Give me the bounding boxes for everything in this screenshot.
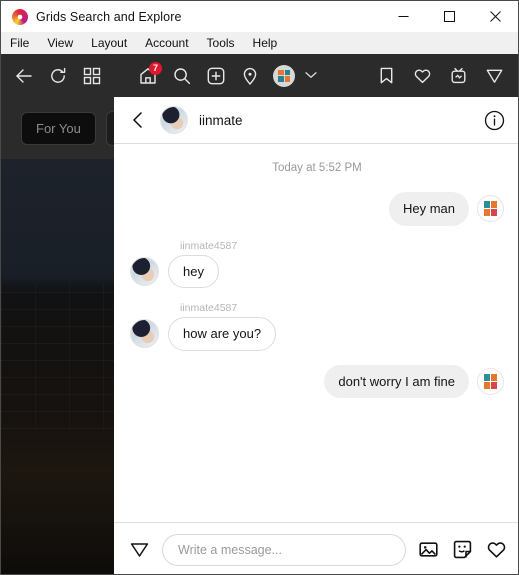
back-arrow-icon[interactable] (9, 61, 39, 91)
send-icon[interactable] (126, 537, 152, 563)
location-pin-icon[interactable] (235, 61, 265, 91)
direct-send-icon[interactable] (479, 61, 509, 91)
home-icon[interactable]: 7 (133, 61, 163, 91)
toolbar-right-group (371, 54, 509, 97)
menu-item-view[interactable]: View (47, 36, 83, 50)
toolbar-left-group: 7 (1, 61, 317, 91)
app-toolbar: 7 (1, 54, 518, 97)
minimize-icon[interactable] (380, 1, 426, 32)
tile-pattern-icon (484, 374, 497, 390)
igtv-icon[interactable] (443, 61, 473, 91)
chat-username[interactable]: iinmate (199, 113, 243, 128)
maximize-icon[interactable] (426, 1, 472, 32)
tab-for-you[interactable]: For You (21, 111, 96, 145)
tile-pattern-icon (484, 201, 497, 217)
chat-header: iinmate (114, 97, 518, 144)
chat-user-avatar-icon[interactable] (160, 106, 188, 134)
back-chevron-icon[interactable] (126, 107, 150, 133)
account-avatar (273, 64, 295, 87)
menu-item-account[interactable]: Account (145, 36, 198, 50)
sender-name: iinmate4587 (180, 239, 238, 252)
bookmark-icon[interactable] (371, 61, 401, 91)
home-badge: 7 (149, 61, 162, 75)
message-composer (114, 522, 518, 574)
heart-icon[interactable] (484, 538, 508, 562)
message-list: Today at 5:52 PM Hey man iinmate4587 hey… (114, 144, 518, 522)
window-controls (380, 1, 518, 32)
menu-item-file[interactable]: File (10, 36, 39, 50)
message-bubble[interactable]: don't worry I am fine (324, 364, 469, 399)
incoming-message: how are you? (130, 317, 504, 351)
message-bubble[interactable]: hey (168, 254, 219, 289)
message-row: iinmate4587 hey (130, 240, 504, 289)
incoming-message: hey (130, 254, 504, 289)
tile-pattern-icon (278, 69, 290, 82)
sender-name: iinmate4587 (180, 302, 238, 315)
close-icon[interactable] (472, 1, 518, 32)
refresh-icon[interactable] (43, 61, 73, 91)
title-bar: Grids Search and Explore (1, 1, 518, 32)
app-window: Grids Search and Explore File View Layou… (0, 0, 519, 575)
account-avatar-icon[interactable] (269, 61, 299, 91)
search-icon[interactable] (167, 61, 197, 91)
heart-icon[interactable] (407, 61, 437, 91)
menu-item-layout[interactable]: Layout (91, 36, 137, 50)
message-input[interactable] (162, 533, 406, 566)
message-row: Hey man (130, 192, 504, 226)
grid-view-icon[interactable] (77, 61, 107, 91)
outgoing-message: Hey man (130, 192, 504, 226)
outgoing-message: don't worry I am fine (130, 364, 504, 399)
message-bubble[interactable]: how are you? (168, 317, 277, 351)
menu-bar: File View Layout Account Tools Help (1, 32, 518, 54)
message-row: don't worry I am fine (130, 364, 504, 399)
sticker-icon[interactable] (450, 538, 474, 562)
user-avatar-icon[interactable] (130, 319, 159, 349)
photo-icon[interactable] (416, 538, 440, 562)
user-avatar-icon[interactable] (130, 256, 159, 286)
window-title: Grids Search and Explore (36, 9, 182, 24)
direct-message-panel: iinmate Today at 5:52 PM Hey man iinmate… (114, 97, 518, 574)
menu-item-help[interactable]: Help (253, 36, 288, 50)
self-avatar-icon[interactable] (477, 195, 504, 223)
message-row: iinmate4587 how are you? (130, 302, 504, 351)
toolbar-nav-group (9, 61, 107, 91)
toolbar-center-group: 7 (133, 61, 317, 91)
message-bubble[interactable]: Hey man (388, 192, 469, 226)
message-timestamp: Today at 5:52 PM (272, 162, 362, 174)
add-post-icon[interactable] (201, 61, 231, 91)
info-circle-icon[interactable] (482, 108, 506, 132)
grids-logo-icon (12, 8, 28, 25)
menu-item-tools[interactable]: Tools (207, 36, 245, 50)
chevron-down-icon[interactable] (305, 70, 317, 82)
self-avatar-icon[interactable] (477, 368, 504, 396)
